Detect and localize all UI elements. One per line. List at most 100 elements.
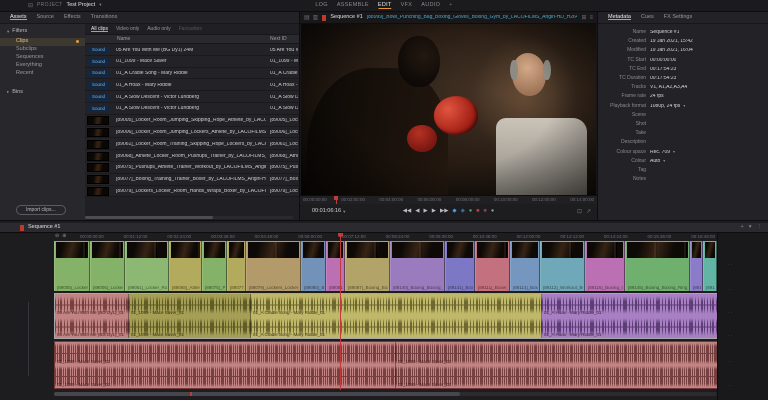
play-icon[interactable]: ▶ [423, 209, 427, 215]
track-tool-icon[interactable]: ∙∙ [728, 360, 735, 365]
tab-edit[interactable]: EDIT [378, 3, 392, 10]
cue-marker-icon[interactable]: ◆ [452, 209, 456, 215]
chevron-down-icon[interactable]: ▾ [99, 3, 101, 8]
timeline-video-clip[interactable]: [89075]_Push [202, 241, 227, 291]
timeline-ruler[interactable]: 00:00:00:0000:01:12:0000:02:24:0000:03:3… [78, 235, 717, 240]
frame-back-icon[interactable]: ◀ [415, 209, 419, 215]
timeline-video-clip[interactable]: [89061]_Locker_Room_Trai [125, 241, 169, 291]
metadata-value[interactable]: Rec. 709 [650, 150, 670, 155]
sidebar-item-everything[interactable]: Everything [0, 62, 85, 70]
viewer-clip-name[interactable]: [88999]_Bowl_Punching_Bag_Boxing_Gloves_… [367, 15, 578, 20]
tab-metadata[interactable]: Metadata [608, 15, 631, 21]
sidebar-item-clips[interactable]: Clips [0, 38, 85, 46]
tab-effects[interactable]: Effects [64, 15, 81, 21]
timeline-audio-clip[interactable]: 01_1099 - Mace Saver_02 [396, 342, 718, 365]
dual-view-icon[interactable]: ▥ [313, 15, 319, 21]
timeline-audio-clip[interactable]: 01_1099 - Mace Saver_01 [129, 294, 251, 316]
project-name[interactable]: Test Project [66, 3, 95, 9]
filters-tree-header[interactable]: ▾ Filters [0, 24, 85, 38]
timeline-audio-clip[interactable]: 01_1099 - Mace Saver_02 [55, 365, 396, 388]
asset-row[interactable]: Sound01_A Slow Descent - Victor Lundberg… [85, 103, 299, 115]
timeline-audio-clip[interactable]: 05 Are You With Me (BG Dy1)_01 [55, 294, 129, 316]
timeline-settings-icon[interactable]: ▾ [749, 225, 752, 231]
frame-forward-icon[interactable]: ▶ [432, 209, 436, 215]
goto-end-icon[interactable]: ▶▶ [440, 209, 448, 215]
timeline-sequence-tab[interactable]: Sequence #1 [28, 225, 60, 231]
timeline-audio-clip[interactable]: 01_1099 - Mace Saver_02 [55, 342, 396, 365]
asset-row[interactable]: [89061]_Locker_Room_Training_Skipping_Ro… [85, 138, 299, 150]
tab-audio[interactable]: AUDIO [421, 3, 440, 9]
viewer-menu-icon[interactable]: ≡ [589, 15, 593, 21]
asset-row[interactable]: Sound01_A Hoax - Mary Riddle01_A Hoax - … [85, 79, 299, 91]
viewer-timebar[interactable]: 00:00:00:0000:02:00:0000:04:00:0000:06:0… [300, 195, 597, 204]
tab-vfx[interactable]: VFX [401, 3, 413, 9]
timeline-video-clip[interactable]: [89140]_Boxing_Boxing_Ring [390, 241, 445, 291]
timeline-video-clip[interactable]: [89146] [690, 241, 703, 291]
tab-transitions[interactable]: Transitions [91, 15, 118, 21]
asset-row[interactable]: [89006]_Locker_Room_Jumping_Lockers_Athl… [85, 127, 299, 139]
asset-row[interactable]: Sound01_A Slow Descent - Victor Lundberg… [85, 91, 299, 103]
column-name[interactable]: Name [117, 37, 130, 42]
timeline-audio-clip[interactable]: 01_A Cradle Song - Mary Riddle_01 [251, 294, 542, 316]
timeline-video-clip[interactable]: [89068]_Athlete_L [169, 241, 202, 291]
asset-row[interactable]: Sound05 Are You With Me (BG Dy1) 24M05 A… [85, 44, 299, 56]
timeline-add-icon[interactable]: + [741, 225, 744, 231]
bins-tree-header[interactable]: ▸ Bins [0, 85, 85, 99]
asset-row[interactable]: [89068]_Athlete_Locker_Room_Pushups_Trai… [85, 150, 299, 162]
tab-cues[interactable]: Cues [641, 15, 654, 21]
import-clips-button[interactable]: Import clips... [16, 205, 66, 215]
timeline-video-clip[interactable]: [89077]_B [227, 241, 246, 291]
tab-log[interactable]: LOG [315, 3, 328, 9]
tile-view-icon[interactable]: ▤ [304, 15, 310, 21]
column-next-id[interactable]: Next ID [270, 37, 287, 42]
timeline-video-clip[interactable]: [89114]_Boxer_Bo [510, 241, 540, 291]
timeline-video-clip[interactable]: [89111]_Boxer_Box [475, 241, 510, 291]
timeline-video-clip[interactable]: [89147] [703, 241, 717, 291]
metadata-value[interactable]: 1080p, 24 fps [650, 104, 680, 109]
goto-start-icon[interactable]: ◀◀ [403, 209, 411, 215]
timeline-menu-icon[interactable]: ⋮ [757, 225, 763, 231]
timeline-scrollbar-thumb[interactable] [54, 392, 460, 396]
timeline-scrollbar[interactable] [54, 392, 717, 396]
zoom-out-icon[interactable]: ⊖ [55, 234, 59, 239]
asset-row[interactable]: [89079]_Lockers_Locker_Room_Hands_Wraps_… [85, 186, 299, 198]
sidebar-item-recent[interactable]: Recent [0, 70, 85, 78]
metadata-value[interactable]: Auto [650, 159, 660, 164]
loop-play-icon[interactable]: ● [469, 209, 472, 215]
asset-row[interactable]: Sound01_1099 - Mace Saver01_1099 - Mace … [85, 56, 299, 68]
timeline-video-clip[interactable]: [89081]_Box [326, 241, 345, 291]
tab-audio-only[interactable]: Audio only [147, 27, 170, 32]
asset-row[interactable]: [89005]_Locker_Room_Jumping_Skipping_Rop… [85, 115, 299, 127]
track-tool-icon[interactable]: ∙∙ [728, 311, 735, 316]
track-tool-icon[interactable]: ∙∙ [728, 334, 735, 339]
timeline-audio-clip[interactable]: 01_1099 - Mace Saver_02 [396, 365, 718, 388]
timeline-video-clip[interactable]: [89145]_Boxing_Boxing_Ring_Boxer [625, 241, 690, 291]
fullscreen-icon[interactable]: ⊡ [577, 209, 582, 215]
timeline-audio-clip[interactable]: 05 Are You With Me (BG Dy1)_01 [55, 316, 129, 338]
grid-view-icon[interactable]: ⊞ [581, 15, 586, 21]
add-workspace-button[interactable]: + [449, 3, 453, 9]
timeline-audio-clip[interactable]: 01_A Hoax - Mary Riddle_01 [542, 316, 718, 338]
zoom-in-icon[interactable]: ⊕ [62, 234, 66, 239]
voiceover-icon[interactable]: ● [491, 209, 494, 215]
timeline-video-clip[interactable]: [89006]_Locker_Ro [90, 241, 125, 291]
timeline-audio-clip[interactable]: 01_1099 - Mace Saver_01 [129, 316, 251, 338]
timeline-video-clip[interactable]: [89080]_Boxer_I [301, 241, 326, 291]
track-tool-icon[interactable]: ∙∙ [728, 288, 735, 293]
timeline-video-clip[interactable]: [89141]_Boxing [445, 241, 475, 291]
timeline-video-clip[interactable]: [89079]_Lockers_Locker_Room [246, 241, 301, 291]
video-preview[interactable] [301, 24, 596, 195]
timeline-video-clip[interactable]: [89087]_Boxing_Boxing_R [345, 241, 390, 291]
tab-fx-settings[interactable]: FX Settings [664, 15, 692, 21]
tab-favourites[interactable]: Favourites [179, 27, 202, 32]
tab-assets[interactable]: Assets [10, 15, 27, 21]
assets-scrollbar-thumb[interactable] [85, 216, 213, 219]
sidebar-item-subclips[interactable]: Subclips [0, 46, 85, 54]
export-icon[interactable]: ↗ [586, 209, 591, 215]
tab-source[interactable]: Source [37, 15, 54, 21]
tab-video-only[interactable]: Video only [116, 27, 139, 32]
track-tool-icon[interactable]: ∙∙ [728, 384, 735, 389]
timeline-audio-clip[interactable]: 01_A Hoax - Mary Riddle_01 [542, 294, 718, 316]
timeline-video-clip[interactable]: [89005]_Locker_Room_J [54, 241, 90, 291]
timecode-display[interactable]: 00:01:06:16 ▾ [312, 209, 345, 215]
